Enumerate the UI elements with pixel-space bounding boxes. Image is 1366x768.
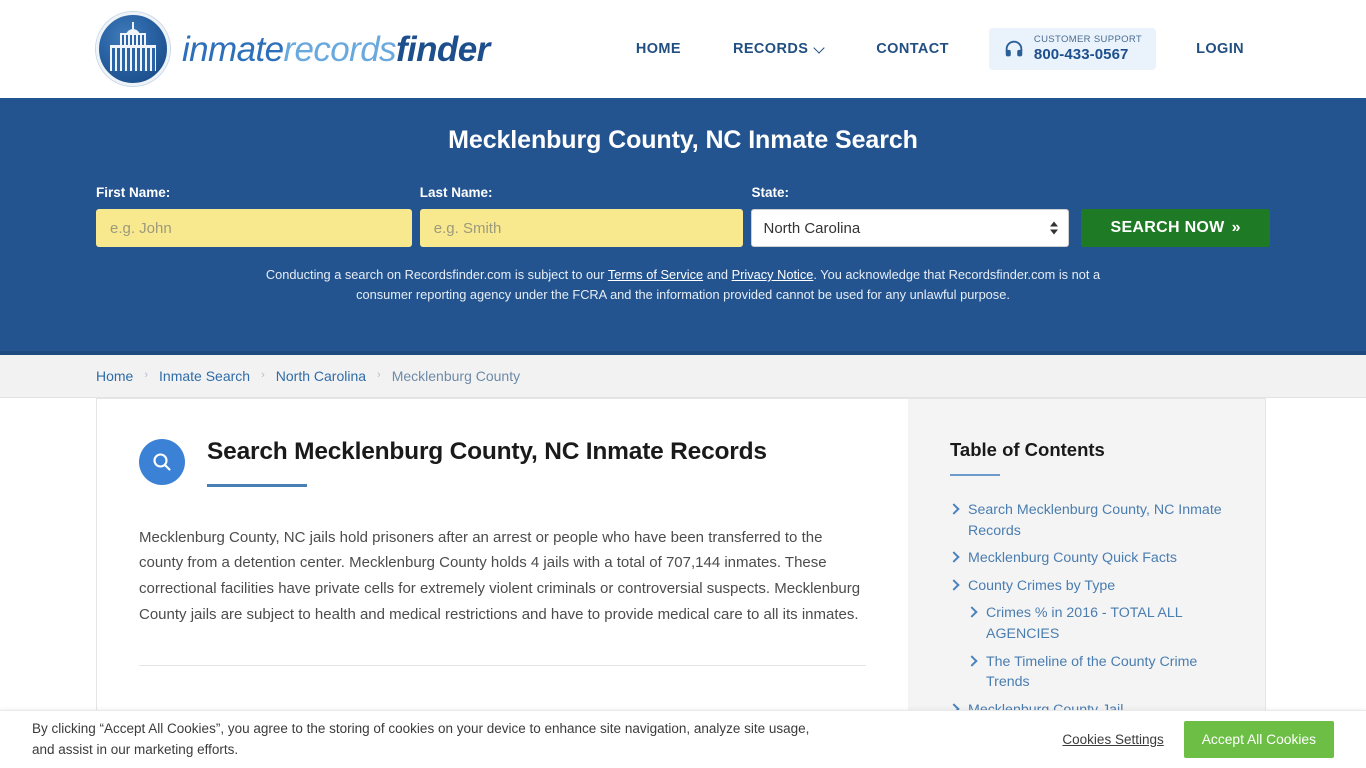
breadcrumb-item-home[interactable]: Home bbox=[96, 368, 133, 384]
first-name-input[interactable] bbox=[96, 209, 412, 247]
state-field-group: State: North Carolina bbox=[751, 185, 1070, 247]
capitol-seal-icon bbox=[96, 12, 170, 86]
hero-title: Mecklenburg County, NC Inmate Search bbox=[448, 126, 918, 154]
chevron-right-icon bbox=[950, 578, 958, 592]
search-icon bbox=[139, 439, 185, 485]
support-label: CUSTOMER SUPPORT bbox=[1033, 33, 1143, 45]
site-header: inmaterecordsfinder HOME RECORDS CONTACT… bbox=[0, 0, 1366, 98]
brand-part-1: inmate bbox=[182, 29, 284, 69]
disclaimer-pre: Conducting a search on Recordsfinder.com… bbox=[265, 267, 608, 282]
accept-all-cookies-button[interactable]: Accept All Cookies bbox=[1183, 721, 1334, 758]
nav-item-contact[interactable]: CONTACT bbox=[850, 41, 975, 57]
first-name-field-group: First Name: bbox=[96, 185, 412, 247]
toc-item-label: Crimes % in 2016 - TOTAL ALL AGENCIES bbox=[986, 605, 1183, 642]
page-heading-row: Search Mecklenburg County, NC Inmate Rec… bbox=[139, 437, 866, 487]
breadcrumb-separator-icon: › bbox=[377, 369, 381, 381]
breadcrumb-item-current: Mecklenburg County bbox=[391, 368, 521, 384]
headset-icon bbox=[1003, 38, 1025, 60]
toc-item-search-records[interactable]: Search Mecklenburg County, NC Inmate Rec… bbox=[950, 500, 1235, 541]
toc-list: Search Mecklenburg County, NC Inmate Rec… bbox=[950, 500, 1235, 720]
nav-item-home-label: HOME bbox=[635, 40, 681, 57]
nav-item-contact-label: CONTACT bbox=[876, 40, 949, 57]
chevron-down-icon bbox=[815, 44, 824, 53]
chevron-right-icon bbox=[968, 654, 976, 668]
nav-item-home[interactable]: HOME bbox=[610, 41, 707, 57]
cookie-consent-banner: By clicking “Accept All Cookies”, you ag… bbox=[0, 710, 1366, 768]
last-name-field-group: Last Name: bbox=[419, 185, 744, 247]
inmate-search-form: First Name: Last Name: State: North Caro… bbox=[96, 185, 1270, 247]
last-name-label: Last Name: bbox=[419, 185, 493, 200]
toc-item-crimes-by-type[interactable]: County Crimes by Type bbox=[950, 576, 1235, 597]
title-underline bbox=[207, 483, 307, 487]
privacy-notice-link[interactable]: Privacy Notice bbox=[732, 267, 814, 282]
toc-item-label: County Crimes by Type bbox=[968, 577, 1116, 594]
state-label: State: bbox=[751, 185, 789, 200]
hero-search-section: Mecklenburg County, NC Inmate Search Fir… bbox=[0, 98, 1366, 355]
table-of-contents-sidebar: Table of Contents Search Mecklenburg Cou… bbox=[908, 398, 1266, 730]
chevron-right-icon bbox=[968, 605, 976, 619]
brand-part-2: records bbox=[283, 29, 396, 69]
toc-item-quick-facts[interactable]: Mecklenburg County Quick Facts bbox=[950, 548, 1235, 569]
nav-item-records-label: RECORDS bbox=[732, 40, 809, 57]
last-name-input[interactable] bbox=[419, 209, 744, 247]
toc-item-crimes-2016[interactable]: Crimes % in 2016 - TOTAL ALL AGENCIES bbox=[950, 603, 1235, 644]
support-phone: 800-433-0567 bbox=[1033, 45, 1129, 63]
terms-of-service-link[interactable]: Terms of Service bbox=[608, 267, 703, 282]
cookies-settings-link[interactable]: Cookies Settings bbox=[1062, 732, 1163, 747]
chevron-right-icon bbox=[950, 502, 958, 516]
search-disclaimer: Conducting a search on Recordsfinder.com… bbox=[253, 265, 1113, 305]
state-select[interactable]: North Carolina bbox=[751, 209, 1070, 247]
brand-wordmark: inmaterecordsfinder bbox=[182, 32, 490, 67]
page-title: Search Mecklenburg County, NC Inmate Rec… bbox=[207, 438, 767, 465]
nav-item-login-label: LOGIN bbox=[1196, 40, 1244, 57]
main-content-card: Search Mecklenburg County, NC Inmate Rec… bbox=[96, 398, 908, 730]
chevron-right-icon bbox=[950, 550, 958, 564]
nav-item-records[interactable]: RECORDS bbox=[707, 41, 850, 57]
breadcrumb-separator-icon: › bbox=[261, 369, 265, 381]
breadcrumb-separator-icon: › bbox=[144, 369, 149, 381]
customer-support-button[interactable]: CUSTOMER SUPPORT 800-433-0567 bbox=[988, 27, 1157, 71]
intro-paragraph: Mecklenburg County, NC jails hold prison… bbox=[139, 528, 861, 624]
breadcrumb: Home › Inmate Search › North Carolina › … bbox=[96, 368, 520, 384]
section-divider bbox=[139, 664, 866, 666]
nav-item-login[interactable]: LOGIN bbox=[1170, 41, 1270, 57]
main-navigation: HOME RECORDS CONTACT CUSTOMER SUPPORT 80… bbox=[610, 27, 1270, 71]
double-chevron-right-icon: » bbox=[1231, 219, 1241, 236]
toc-title: Table of Contents bbox=[950, 439, 1105, 460]
content-area: Search Mecklenburg County, NC Inmate Rec… bbox=[0, 398, 1366, 730]
breadcrumb-item-north-carolina[interactable]: North Carolina bbox=[276, 368, 366, 384]
toc-underline bbox=[950, 474, 1000, 476]
search-now-button[interactable]: SEARCH NOW » bbox=[1081, 209, 1270, 247]
brand-part-3: finder bbox=[395, 29, 490, 69]
breadcrumb-item-inmate-search[interactable]: Inmate Search bbox=[159, 368, 250, 384]
cookie-consent-text: By clicking “Accept All Cookies”, you ag… bbox=[32, 721, 810, 757]
search-now-label: SEARCH NOW bbox=[1110, 219, 1225, 236]
toc-item-crime-trends-timeline[interactable]: The Timeline of the County Crime Trends bbox=[950, 652, 1235, 693]
disclaimer-mid: and bbox=[703, 267, 732, 282]
first-name-label: First Name: bbox=[96, 185, 171, 200]
toc-item-label: Search Mecklenburg County, NC Inmate Rec… bbox=[968, 502, 1222, 539]
toc-item-label: The Timeline of the County Crime Trends bbox=[986, 653, 1198, 691]
toc-item-label: Mecklenburg County Quick Facts bbox=[968, 550, 1177, 567]
breadcrumb-bar: Home › Inmate Search › North Carolina › … bbox=[0, 355, 1366, 398]
brand-logo[interactable]: inmaterecordsfinder bbox=[96, 12, 490, 86]
